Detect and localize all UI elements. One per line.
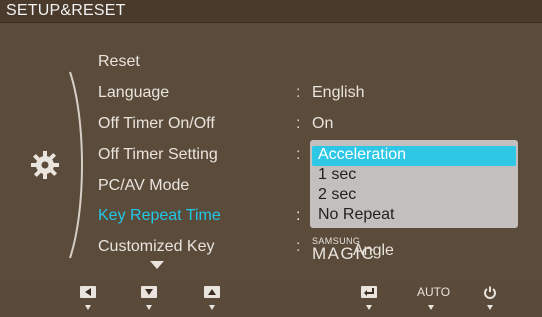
language-value: English: [312, 84, 365, 101]
menu-item-key-repeat-time[interactable]: Key Repeat Time: [98, 207, 221, 225]
button-indicator: [146, 305, 152, 310]
button-indicator: [428, 305, 434, 310]
colon-separator: :: [296, 238, 301, 255]
left-arrow-icon: [85, 288, 91, 296]
enter-button[interactable]: [361, 286, 377, 298]
page-title: SETUP&RESET: [6, 2, 126, 19]
menu-item-off-timer-setting[interactable]: Off Timer Setting: [98, 146, 218, 164]
colon-separator: :: [296, 115, 301, 132]
power-icon[interactable]: [483, 285, 497, 299]
menu-item-customized-key[interactable]: Customized Key: [98, 238, 215, 256]
osd-window: SETUP&RESET Reset Language : English Off…: [0, 0, 542, 317]
colon-separator: :: [296, 84, 301, 101]
down-arrow-icon: [145, 289, 153, 295]
dropdown-option-no-repeat[interactable]: No Repeat: [318, 206, 395, 224]
menu-item-reset[interactable]: Reset: [98, 53, 140, 71]
samsung-magic-logo: SAMSUNG MAGIC: [312, 236, 376, 263]
button-indicator: [366, 305, 372, 310]
menu-item-off-timer-onoff[interactable]: Off Timer On/Off: [98, 115, 215, 133]
up-arrow-icon: [208, 289, 216, 295]
button-indicator: [85, 305, 91, 310]
menu-item-language[interactable]: Language: [98, 84, 169, 102]
colon-separator: :: [296, 146, 301, 163]
down-arrow-button[interactable]: [141, 286, 157, 298]
left-arrow-button[interactable]: [80, 286, 96, 298]
key-repeat-dropdown[interactable]: Acceleration 1 sec 2 sec No Repeat: [310, 140, 518, 228]
button-indicator: [487, 305, 493, 310]
menu-arc-divider: [69, 71, 83, 259]
customized-key-value: Angle: [353, 242, 394, 259]
gear-icon: [31, 151, 59, 179]
dropdown-option-acceleration[interactable]: Acceleration: [318, 146, 406, 164]
dropdown-option-1-sec[interactable]: 1 sec: [318, 166, 356, 184]
up-arrow-button[interactable]: [204, 286, 220, 298]
menu-item-pcav-mode[interactable]: PC/AV Mode: [98, 177, 189, 195]
auto-button[interactable]: AUTO: [417, 285, 450, 299]
title-bar: SETUP&RESET: [0, 0, 542, 23]
off-timer-value: On: [312, 115, 334, 132]
scroll-down-indicator-icon: [150, 261, 164, 269]
dropdown-option-2-sec[interactable]: 2 sec: [318, 186, 356, 204]
button-indicator: [209, 305, 215, 310]
colon-separator: :: [296, 207, 301, 224]
magic-label: MAGIC: [312, 244, 376, 263]
enter-icon: [364, 288, 374, 296]
